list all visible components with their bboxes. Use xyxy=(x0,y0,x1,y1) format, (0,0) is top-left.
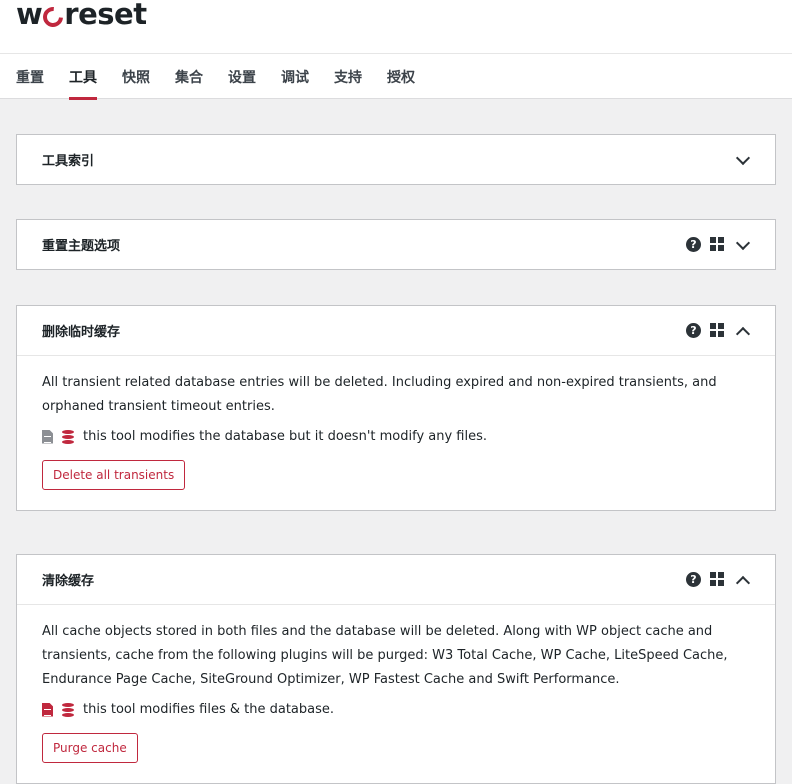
delete-all-transients-button[interactable]: Delete all transients xyxy=(42,460,186,490)
tab-support[interactable]: 支持 xyxy=(334,54,362,99)
file-icon xyxy=(42,429,53,444)
chevron-down-icon[interactable] xyxy=(735,152,751,168)
card-header[interactable]: 工具索引 xyxy=(17,135,775,184)
card-header[interactable]: 清除缓存 ? xyxy=(17,555,775,604)
logo-p-mark-icon xyxy=(39,2,68,32)
tab-tools[interactable]: 工具 xyxy=(69,54,97,100)
grid-icon[interactable] xyxy=(710,237,725,252)
purge-cache-button[interactable]: Purge cache xyxy=(42,733,138,763)
chevron-up-icon[interactable] xyxy=(735,572,751,588)
tab-snapshots[interactable]: 快照 xyxy=(122,54,150,99)
tab-license[interactable]: 授权 xyxy=(387,54,415,99)
card-delete-transients: 删除临时缓存 ? All transient related database … xyxy=(16,305,776,511)
card-body: All transient related database entries w… xyxy=(17,355,775,510)
modifies-note: this tool modifies files & the database. xyxy=(42,702,750,717)
card-title: 工具索引 xyxy=(42,154,95,169)
help-icon[interactable]: ? xyxy=(686,237,701,252)
card-header[interactable]: 删除临时缓存 ? xyxy=(17,306,775,355)
modifies-note: this tool modifies the database but it d… xyxy=(42,429,750,444)
tool-description: All transient related database entries w… xyxy=(42,375,717,414)
card-header[interactable]: 重置主题选项 ? xyxy=(17,220,775,269)
card-title: 删除临时缓存 xyxy=(42,325,121,340)
tab-debug[interactable]: 调试 xyxy=(281,54,309,99)
help-icon[interactable]: ? xyxy=(686,323,701,338)
chevron-up-icon[interactable] xyxy=(735,323,751,339)
tab-reset[interactable]: 重置 xyxy=(16,54,44,99)
file-icon xyxy=(42,702,53,717)
card-body: All cache objects stored in both files a… xyxy=(17,604,775,783)
tool-description: All cache objects stored in both files a… xyxy=(42,624,728,687)
modifies-text: this tool modifies files & the database. xyxy=(83,702,335,717)
main-tabs: 重置 工具 快照 集合 设置 调试 支持 授权 xyxy=(16,54,440,100)
card-title: 重置主题选项 xyxy=(42,239,121,254)
tab-collections[interactable]: 集合 xyxy=(175,54,203,99)
grid-icon[interactable] xyxy=(710,572,725,587)
tab-settings[interactable]: 设置 xyxy=(228,54,256,99)
grid-icon[interactable] xyxy=(710,323,725,338)
card-tools-index: 工具索引 xyxy=(16,134,776,185)
top-header: w reset 重置 工具 快照 集合 设置 调试 支持 授权 xyxy=(0,0,792,100)
database-icon xyxy=(62,702,74,717)
database-icon xyxy=(62,429,74,444)
card-purge-cache: 清除缓存 ? All cache objects stored in both … xyxy=(16,554,776,784)
wpreset-logo[interactable]: w reset xyxy=(16,0,147,32)
chevron-down-icon[interactable] xyxy=(735,237,751,253)
help-icon[interactable]: ? xyxy=(686,572,701,587)
card-reset-theme-options: 重置主题选项 ? xyxy=(16,219,776,270)
card-title: 清除缓存 xyxy=(42,574,95,589)
modifies-text: this tool modifies the database but it d… xyxy=(83,429,488,444)
